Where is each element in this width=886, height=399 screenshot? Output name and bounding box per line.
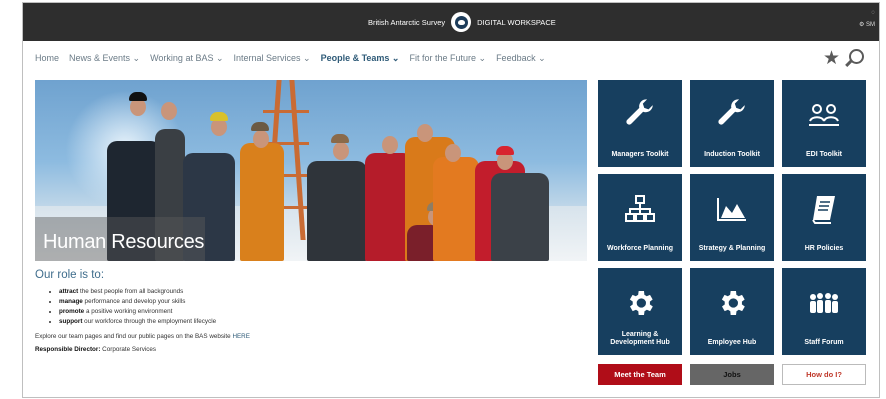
user-area[interactable]: ◌ ⚙ SM xyxy=(859,7,875,31)
wrench-icon xyxy=(690,98,774,132)
tile-label: EDI Toolkit xyxy=(805,151,843,158)
nav-list: Home News & Events ⌄ Working at BAS ⌄ Inter… xyxy=(35,53,546,64)
star-icon[interactable]: ★ xyxy=(823,47,840,70)
role-bullet: manage performance and develop your skil… xyxy=(59,297,575,307)
tile-label: Induction Toolkit xyxy=(704,151,760,158)
bell-icon[interactable]: ◌ xyxy=(859,7,875,19)
director-value: Corporate Services xyxy=(100,346,157,353)
hero-title-overlay: Human Resources xyxy=(35,217,205,261)
wrench-icon xyxy=(598,98,682,132)
brand[interactable]: British Antarctic Survey DIGITAL WORKSPA… xyxy=(368,12,556,32)
role-section: Our role is to: attract the best people … xyxy=(35,269,575,353)
nav-item[interactable]: Internal Services ⌄ xyxy=(234,53,311,64)
app-frame: British Antarctic Survey DIGITAL WORKSPA… xyxy=(22,2,880,398)
tile-strategy-planning[interactable]: Strategy & Planning xyxy=(690,174,774,261)
book-icon xyxy=(782,192,866,226)
role-bullet: attract the best people from all backgro… xyxy=(59,287,575,297)
tile-label: Strategy & Planning xyxy=(698,245,766,252)
role-bullet-text: a positive working environment xyxy=(84,308,173,315)
area-chart-icon xyxy=(690,192,774,226)
tile-hr-policies[interactable]: HR Policies xyxy=(782,174,866,261)
role-bullet-keyword: manage xyxy=(59,298,83,305)
nav-item[interactable]: Feedback ⌄ xyxy=(496,53,546,64)
tile-learning-development-hub[interactable]: Learning & Development Hub xyxy=(598,268,682,355)
director-line: Responsible Director: Corporate Services xyxy=(35,346,575,353)
nav-item[interactable]: People & Teams ⌄ xyxy=(321,53,400,64)
tile-label: Learning & Development Hub xyxy=(610,331,670,346)
tile-label: HR Policies xyxy=(804,245,844,252)
tile-label: Employee Hub xyxy=(707,339,757,346)
director-label: Responsible Director: xyxy=(35,346,101,353)
search-icon[interactable] xyxy=(849,49,864,64)
role-bullets: attract the best people from all backgro… xyxy=(35,287,575,327)
tile-label: Staff Forum xyxy=(804,339,844,346)
user-initials: SM xyxy=(866,22,875,28)
tile-staff-forum[interactable]: Staff Forum xyxy=(782,268,866,355)
tile-workforce-planning[interactable]: Workforce Planning xyxy=(598,174,682,261)
settings-icon[interactable]: ⚙ xyxy=(859,22,864,28)
role-bullet-keyword: promote xyxy=(59,308,85,315)
hero-banner: Human Resources xyxy=(35,80,587,261)
tile-label: Managers Toolkit xyxy=(611,151,669,158)
gear-icon xyxy=(598,286,682,320)
bas-logo xyxy=(451,12,472,32)
role-heading: Our role is to: xyxy=(35,269,105,281)
tile-induction-toolkit[interactable]: Induction Toolkit xyxy=(690,80,774,167)
role-bullet-text: performance and develop your skills xyxy=(82,298,186,305)
role-bullet-keyword: support xyxy=(59,318,83,325)
nav-item[interactable]: Home xyxy=(35,53,59,64)
org-chart-icon xyxy=(598,192,682,226)
org-name: British Antarctic Survey xyxy=(368,17,446,27)
hero-title: Human Resources xyxy=(43,231,205,253)
tile-label: Workforce Planning xyxy=(607,245,673,252)
tile-employee-hub[interactable]: Employee Hub xyxy=(690,268,774,355)
explore-text: Explore our team pages and find our publ… xyxy=(35,333,575,340)
role-bullet-text: the best people from all backgrounds xyxy=(78,288,184,295)
top-bar: British Antarctic Survey DIGITAL WORKSPA… xyxy=(23,3,879,41)
role-bullet-keyword: attract xyxy=(59,288,79,295)
role-bullet: support our workforce through the employ… xyxy=(59,317,575,327)
nav-item[interactable]: News & Events ⌄ xyxy=(69,53,140,64)
nav-item[interactable]: Working at BAS ⌄ xyxy=(150,53,223,64)
explore-copy: Explore our team pages and find our publ… xyxy=(35,333,233,340)
group-icon xyxy=(782,286,866,320)
site-name: DIGITAL WORKSPACE xyxy=(477,17,556,27)
gear-icon xyxy=(690,286,774,320)
main-nav: Home News & Events ⌄ Working at BAS ⌄ Inter… xyxy=(23,41,879,75)
bas-website-link[interactable]: HERE xyxy=(232,333,250,340)
how-do-i-button[interactable]: How do I? xyxy=(782,364,866,385)
people-network-icon xyxy=(782,98,866,132)
nav-item[interactable]: Fit for the Future ⌄ xyxy=(409,53,486,64)
meet-the-team-button[interactable]: Meet the Team xyxy=(598,364,682,385)
role-bullet: promote a positive working environment xyxy=(59,307,575,317)
jobs-button[interactable]: Jobs xyxy=(690,364,774,385)
tile-managers-toolkit[interactable]: Managers Toolkit xyxy=(598,80,682,167)
role-bullet-text: our workforce through the employment lif… xyxy=(82,318,217,325)
tile-edi-toolkit[interactable]: EDI Toolkit xyxy=(782,80,866,167)
